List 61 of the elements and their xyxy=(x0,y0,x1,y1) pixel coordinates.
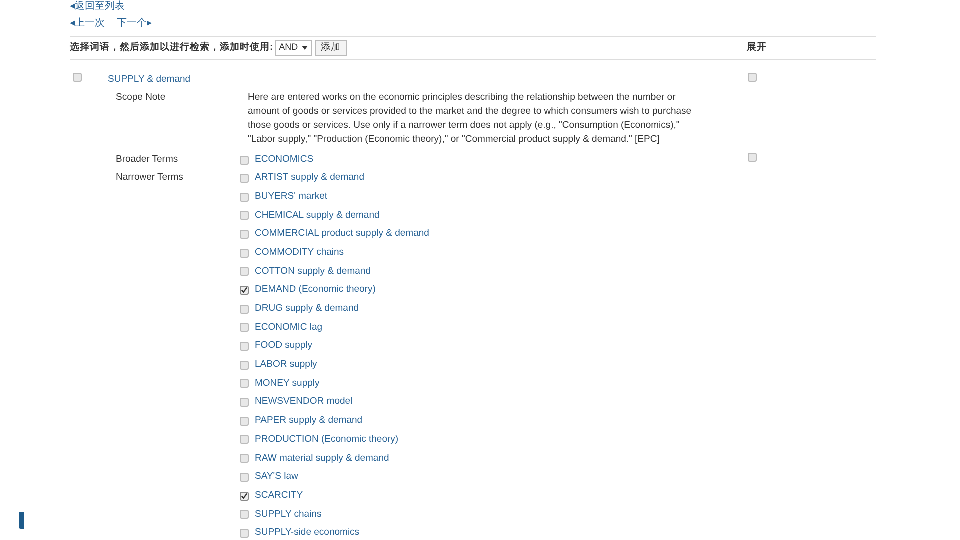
checkbox[interactable] xyxy=(240,528,249,538)
checkbox[interactable] xyxy=(240,510,249,520)
term-link[interactable]: COMMERCIAL product supply & demand xyxy=(255,227,430,242)
checkbox[interactable] xyxy=(240,286,249,295)
checkbox[interactable] xyxy=(240,342,249,352)
checkbox[interactable] xyxy=(240,472,249,482)
term-link[interactable]: ECONOMIC lag xyxy=(255,320,323,335)
caret-icon xyxy=(302,46,308,50)
checkbox[interactable] xyxy=(240,323,249,332)
checkbox[interactable] xyxy=(240,435,249,444)
term-link[interactable]: DEMAND (Economic theory) xyxy=(255,283,376,298)
term-link[interactable]: SUPPLY chains xyxy=(255,508,322,522)
checkbox[interactable] xyxy=(73,72,82,82)
term-link[interactable]: NEWSVENDOR model xyxy=(255,395,353,410)
checkbox[interactable] xyxy=(748,152,757,162)
checkbox[interactable] xyxy=(240,174,249,183)
add-button[interactable]: 添加 xyxy=(315,40,348,56)
term-link[interactable]: LABOR supply xyxy=(255,358,318,372)
term-link[interactable]: COTTON supply & demand xyxy=(255,264,371,279)
checkbox[interactable] xyxy=(748,72,757,82)
term-link[interactable]: ECONOMICS xyxy=(255,152,314,168)
checkbox[interactable] xyxy=(240,156,249,164)
check-icon xyxy=(241,286,248,294)
term-link[interactable]: SUPPLY-side economics xyxy=(255,526,360,540)
check-icon xyxy=(241,492,248,500)
checkbox[interactable] xyxy=(240,398,249,408)
expand-header: 展开 xyxy=(747,40,767,55)
term-link[interactable]: PRODUCTION (Economic theory) xyxy=(255,432,399,448)
term-link[interactable]: SCARCITY xyxy=(255,488,304,504)
nav-link[interactable]: ◂上一次 xyxy=(70,16,105,30)
checkbox[interactable] xyxy=(240,192,249,202)
operator-select[interactable]: AND xyxy=(275,40,312,56)
checkbox[interactable] xyxy=(240,492,249,501)
term-link[interactable]: SUPPLY & demand xyxy=(108,72,191,88)
nav-link[interactable]: 下一个▸ xyxy=(117,16,152,30)
term-link[interactable]: RAW material supply & demand xyxy=(255,452,390,466)
checkbox[interactable] xyxy=(240,379,249,388)
checkbox[interactable] xyxy=(240,454,249,464)
term-link[interactable]: FOOD supply xyxy=(255,339,313,354)
term-link[interactable]: PAPER supply & demand xyxy=(255,414,363,428)
term-link[interactable]: CHEMICAL supply & demand xyxy=(255,208,380,223)
term-link[interactable]: DRUG supply & demand xyxy=(255,302,360,316)
checkbox[interactable] xyxy=(240,230,249,239)
field-label: Narrower Terms xyxy=(116,171,184,185)
checkbox[interactable] xyxy=(240,248,249,258)
field-label: Broader Terms xyxy=(116,152,180,167)
bracket-icon xyxy=(19,512,24,529)
toolbar-label: 选择词语，然后添加以进行检索，添加时使用: xyxy=(70,40,274,55)
term-link[interactable]: ARTIST supply & demand xyxy=(255,171,364,186)
field-label: Scope Note xyxy=(116,91,167,105)
back-link[interactable]: ◂返回至列表 xyxy=(70,0,125,14)
checkbox[interactable] xyxy=(240,267,249,276)
checkbox[interactable] xyxy=(240,211,249,220)
term-link[interactable]: MONEY supply xyxy=(255,376,320,392)
term-link[interactable]: BUYERS' market xyxy=(255,190,328,204)
scope-note-text: Here are entered works on the economic principles describing the relationship between the number or amount of goods or services provided to the market and the degree to which consumers wish to purchase those goods or services. Use only if a narrower term does not apply (e.g., "Consumption (Economics)," "Labor supply," "Production (Economic theory)," or "Commercial product supply & demand." [EPC] xyxy=(248,91,693,147)
checkbox[interactable] xyxy=(240,304,249,314)
checkbox[interactable] xyxy=(240,360,249,370)
term-link[interactable]: SAY'S law xyxy=(255,470,298,484)
checkbox[interactable] xyxy=(240,416,249,426)
term-link[interactable]: COMMODITY chains xyxy=(255,246,344,260)
